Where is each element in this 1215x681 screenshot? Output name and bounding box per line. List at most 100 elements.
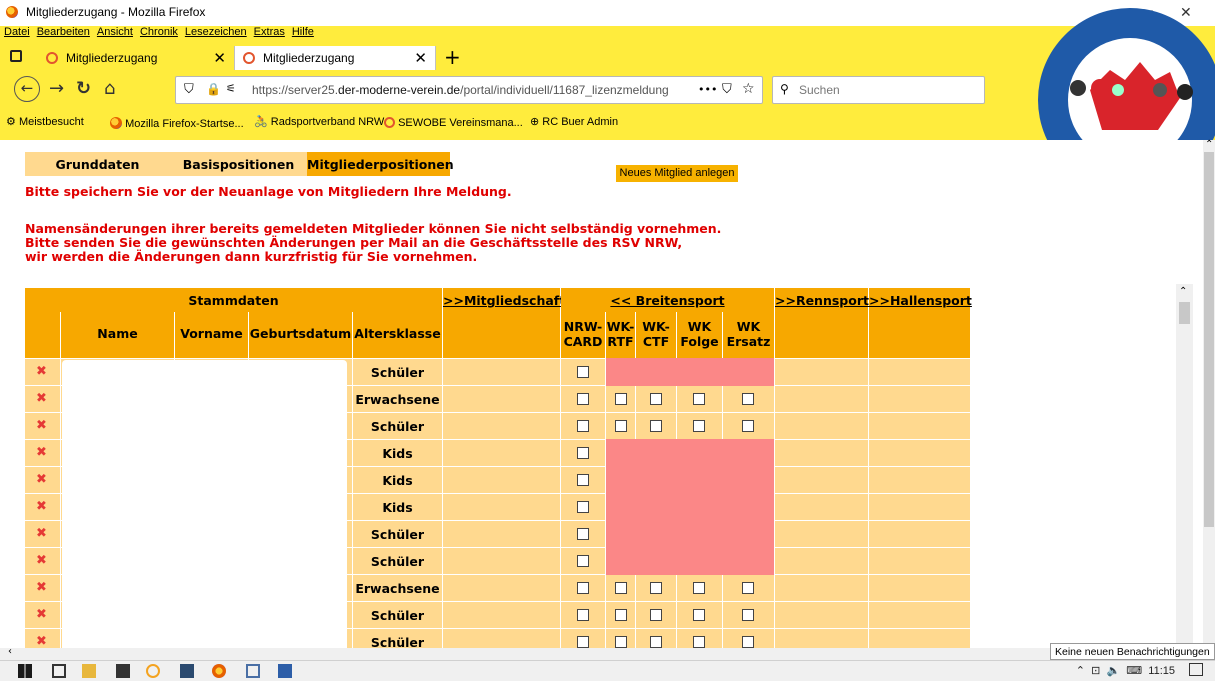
nrw-card-checkbox[interactable] bbox=[577, 420, 589, 432]
store-icon[interactable] bbox=[116, 664, 130, 678]
search-bar[interactable]: ⚲ Suchen bbox=[772, 76, 985, 104]
scroll-up-icon[interactable]: ⌃ bbox=[1179, 286, 1187, 297]
bookmark-firefox-start[interactable]: Mozilla Firefox-Startse... bbox=[110, 115, 244, 130]
home-icon[interactable]: ⌂ bbox=[104, 78, 115, 99]
wk-folge-checkbox[interactable] bbox=[693, 582, 705, 594]
wk-ctf-checkbox[interactable] bbox=[650, 420, 662, 432]
menu-extras[interactable]: Extras bbox=[254, 26, 285, 38]
nrw-card-checkbox[interactable] bbox=[577, 636, 589, 648]
bookmark-rsv-nrw[interactable]: 🚴 Radsportverband NRW bbox=[254, 115, 384, 128]
tab-1-close-button[interactable]: ✕ bbox=[213, 49, 226, 67]
wk-ersatz-checkbox[interactable] bbox=[742, 420, 754, 432]
forward-icon[interactable]: → bbox=[49, 78, 64, 99]
nrw-card-checkbox[interactable] bbox=[577, 528, 589, 540]
task-view-icon[interactable] bbox=[52, 664, 66, 678]
group-breitensport-link[interactable]: << Breitensport bbox=[561, 288, 774, 312]
nrw-card-checkbox[interactable] bbox=[577, 555, 589, 567]
app3-icon[interactable] bbox=[246, 664, 260, 678]
page-scrollbar[interactable]: ⌃ bbox=[1203, 139, 1215, 648]
tab-2-close-button[interactable]: ✕ bbox=[414, 49, 427, 67]
bookmark-sewobe[interactable]: SEWOBE Vereinsmana... bbox=[384, 115, 523, 129]
wk-rtf-checkbox[interactable] bbox=[615, 393, 627, 405]
table-scrollbar[interactable]: ⌃ bbox=[1176, 284, 1193, 648]
nrw-card-checkbox[interactable] bbox=[577, 582, 589, 594]
delete-row-icon[interactable]: ✖ bbox=[36, 391, 47, 406]
wk-ersatz-checkbox[interactable] bbox=[742, 582, 754, 594]
back-icon[interactable]: ← bbox=[14, 76, 40, 102]
wk-ctf-checkbox[interactable] bbox=[650, 582, 662, 594]
app2-icon[interactable] bbox=[180, 664, 194, 678]
delete-row-icon[interactable]: ✖ bbox=[36, 499, 47, 514]
nrw-card-checkbox[interactable] bbox=[577, 393, 589, 405]
bookmark-star-icon[interactable]: ☆ bbox=[742, 81, 755, 97]
new-tab-button[interactable]: + bbox=[444, 45, 461, 69]
url-bar[interactable]: ⛉ 🔒 ⚟ https://server25.der-moderne-verei… bbox=[175, 76, 763, 104]
app4-icon[interactable] bbox=[278, 664, 292, 678]
wk-ctf-checkbox[interactable] bbox=[650, 609, 662, 621]
page-scroll-up-icon[interactable]: ⌃ bbox=[1205, 139, 1213, 150]
app-icon[interactable] bbox=[146, 664, 160, 678]
delete-row-icon[interactable]: ✖ bbox=[36, 445, 47, 460]
wk-folge-checkbox[interactable] bbox=[693, 393, 705, 405]
sidebar-toggle-icon[interactable] bbox=[10, 50, 22, 62]
lock-icon[interactable]: 🔒 bbox=[206, 82, 221, 96]
horizontal-scrollbar[interactable]: ‹ bbox=[0, 646, 1215, 660]
wk-ctf-checkbox[interactable] bbox=[650, 636, 662, 648]
tab-2[interactable]: Mitgliederzugang ✕ bbox=[234, 46, 436, 70]
delete-row-icon[interactable]: ✖ bbox=[36, 472, 47, 487]
start-icon[interactable] bbox=[18, 664, 32, 678]
wk-folge-checkbox[interactable] bbox=[693, 636, 705, 648]
page-actions-icon[interactable]: ••• bbox=[698, 83, 717, 96]
delete-row-icon[interactable]: ✖ bbox=[36, 607, 47, 622]
group-hallensport-link[interactable]: >>Hallensport bbox=[869, 288, 972, 312]
delete-row-icon[interactable]: ✖ bbox=[36, 553, 47, 568]
delete-row-icon[interactable]: ✖ bbox=[36, 634, 47, 648]
menu-bearbeiten[interactable]: Bearbeiten bbox=[37, 26, 90, 38]
tab-1[interactable]: Mitgliederzugang ✕ bbox=[38, 46, 234, 70]
file-explorer-icon[interactable] bbox=[82, 664, 96, 678]
bookmark-rc-buer[interactable]: ⊕ RC Buer Admin bbox=[530, 115, 618, 128]
wk-folge-checkbox[interactable] bbox=[693, 420, 705, 432]
group-rennsport-link[interactable]: >>Rennsport bbox=[775, 288, 869, 312]
menu-ansicht[interactable]: Ansicht bbox=[97, 26, 133, 38]
notifications-icon[interactable] bbox=[1189, 663, 1203, 676]
pocket-icon[interactable]: ⛉ bbox=[722, 82, 732, 97]
nrw-card-checkbox[interactable] bbox=[577, 474, 589, 486]
nrw-card-checkbox[interactable] bbox=[577, 501, 589, 513]
wk-ersatz-checkbox[interactable] bbox=[742, 393, 754, 405]
group-mitgliedschaft-link[interactable]: >>Mitgliedschaft bbox=[443, 288, 565, 312]
volume-icon[interactable]: 🔈 bbox=[1106, 665, 1120, 677]
clock[interactable]: 11:15 bbox=[1148, 665, 1175, 677]
wk-folge-checkbox[interactable] bbox=[693, 609, 705, 621]
wk-rtf-checkbox[interactable] bbox=[615, 420, 627, 432]
wk-rtf-checkbox[interactable] bbox=[615, 582, 627, 594]
tab-basispositionen[interactable]: Basispositionen bbox=[170, 152, 307, 176]
page-scroll-thumb[interactable] bbox=[1204, 152, 1214, 527]
scroll-left-icon[interactable]: ‹ bbox=[8, 646, 12, 657]
menu-lesezeichen[interactable]: Lesezeichen bbox=[185, 26, 247, 38]
nrw-card-checkbox[interactable] bbox=[577, 447, 589, 459]
tab-grunddaten[interactable]: Grunddaten bbox=[25, 152, 170, 176]
reload-icon[interactable]: ↻ bbox=[76, 78, 91, 99]
chevron-up-icon[interactable]: ⌃ bbox=[1076, 665, 1085, 677]
delete-row-icon[interactable]: ✖ bbox=[36, 526, 47, 541]
menu-chronik[interactable]: Chronik bbox=[140, 26, 178, 38]
shield-icon[interactable]: ⛉ bbox=[184, 82, 194, 97]
tab-mitgliederpositionen[interactable]: Mitgliederpositionen bbox=[307, 152, 454, 176]
new-member-button[interactable]: Neues Mitglied anlegen bbox=[616, 165, 738, 182]
wk-ersatz-checkbox[interactable] bbox=[742, 636, 754, 648]
wk-rtf-checkbox[interactable] bbox=[615, 636, 627, 648]
nrw-card-checkbox[interactable] bbox=[577, 609, 589, 621]
nrw-card-checkbox[interactable] bbox=[577, 366, 589, 378]
url-text[interactable]: https://server25.der-moderne-verein.de/p… bbox=[252, 83, 692, 97]
network-icon[interactable]: ⊡ bbox=[1091, 665, 1100, 677]
keyboard-icon[interactable]: ⌨ bbox=[1126, 665, 1142, 677]
wk-ersatz-checkbox[interactable] bbox=[742, 609, 754, 621]
delete-row-icon[interactable]: ✖ bbox=[36, 580, 47, 595]
firefox-taskbar-icon[interactable] bbox=[212, 664, 226, 678]
wk-rtf-checkbox[interactable] bbox=[615, 609, 627, 621]
bookmark-meistbesucht[interactable]: ⚙ Meistbesucht bbox=[6, 115, 84, 128]
permissions-icon[interactable]: ⚟ bbox=[226, 82, 236, 95]
menu-datei[interactable]: Datei bbox=[4, 26, 30, 38]
wk-ctf-checkbox[interactable] bbox=[650, 393, 662, 405]
